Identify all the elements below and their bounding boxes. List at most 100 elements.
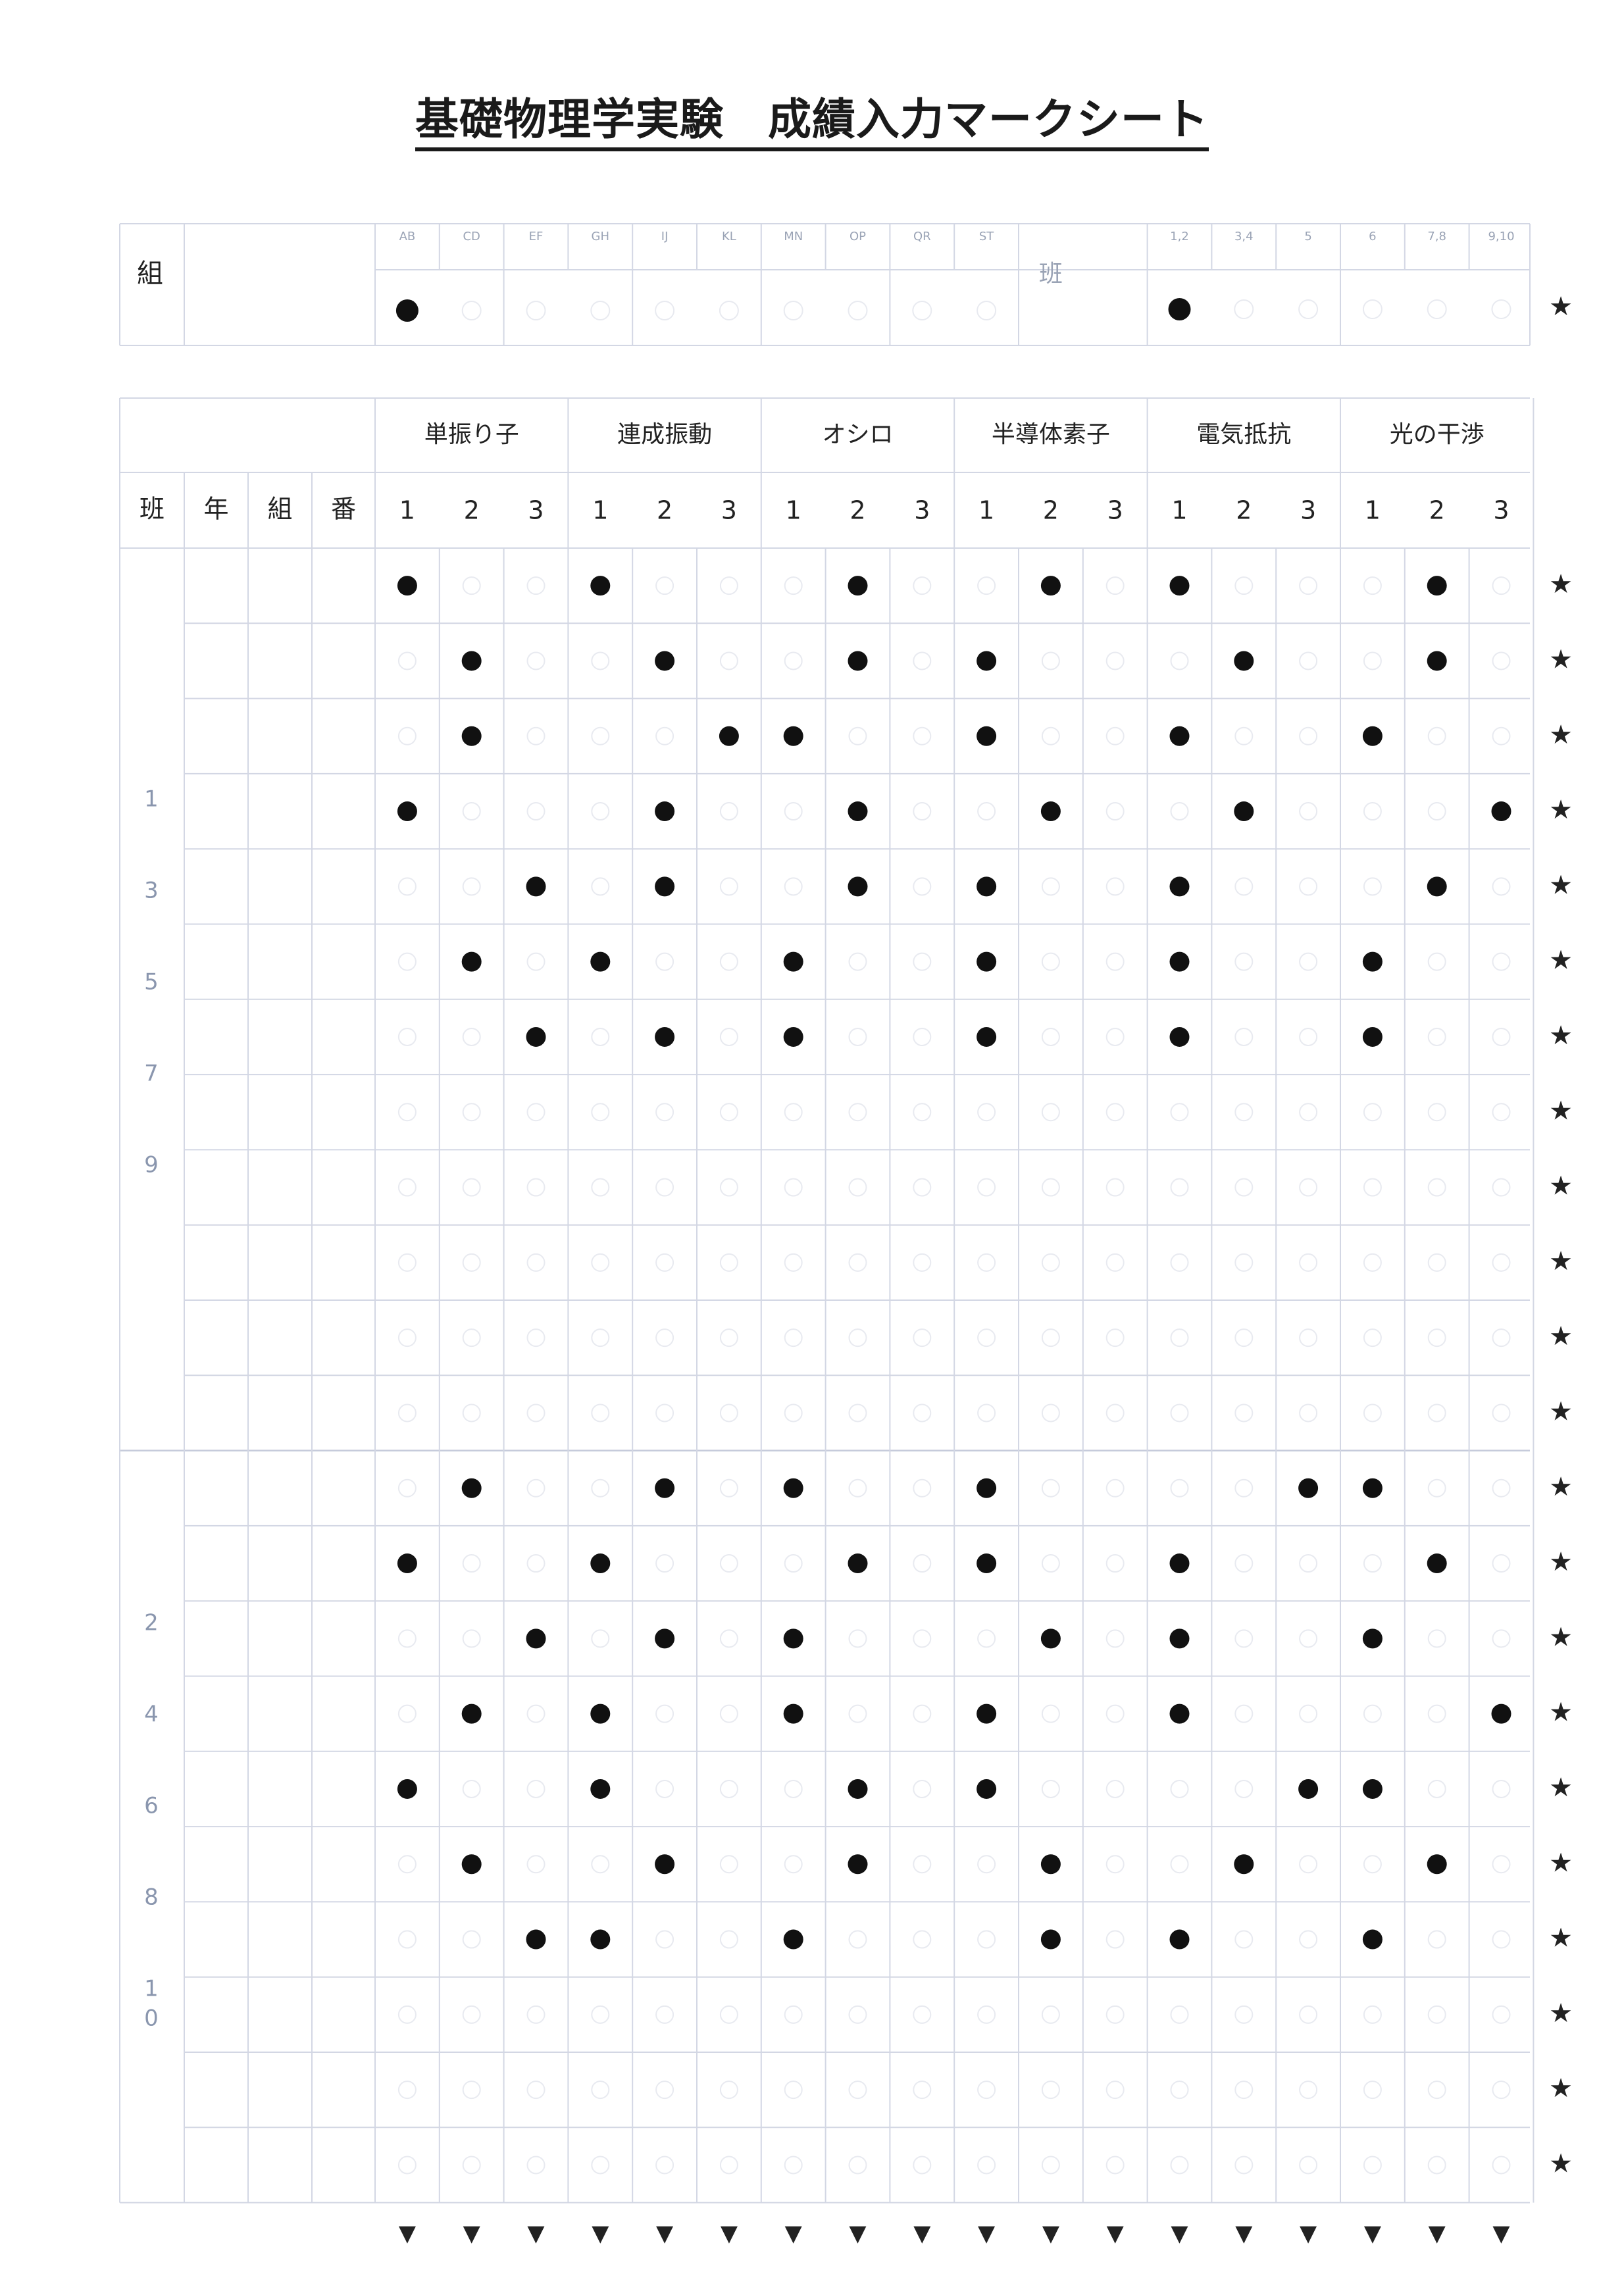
block2-bubble-marked[interactable]: [397, 1553, 417, 1574]
block1-bubble-marked[interactable]: [848, 576, 868, 596]
block1-bubble[interactable]: [526, 802, 546, 821]
block2-bubble[interactable]: [526, 1779, 546, 1798]
han-bubble[interactable]: [1362, 299, 1383, 319]
block1-bubble[interactable]: [719, 1253, 738, 1272]
block1-bubble-marked[interactable]: [1427, 651, 1447, 671]
block2-bubble-marked[interactable]: [590, 1929, 611, 1950]
block2-bubble[interactable]: [1299, 2081, 1318, 2100]
block2-bubble[interactable]: [1234, 2005, 1254, 2024]
block2-bubble-marked[interactable]: [1491, 1703, 1511, 1724]
block1-bubble[interactable]: [719, 1027, 738, 1046]
block1-bubble[interactable]: [977, 576, 996, 595]
block1-bubble[interactable]: [1170, 1403, 1189, 1423]
block2-bubble[interactable]: [913, 1930, 932, 1949]
block1-bubble-marked[interactable]: [977, 876, 997, 897]
block2-bubble[interactable]: [719, 1478, 738, 1498]
block2-bubble-marked[interactable]: [655, 1628, 675, 1649]
kumi-bubble[interactable]: [977, 301, 997, 320]
block1-bubble[interactable]: [591, 1103, 610, 1122]
block1-bubble[interactable]: [1234, 1027, 1254, 1046]
block1-bubble[interactable]: [1492, 1103, 1511, 1122]
block1-bubble[interactable]: [784, 877, 803, 896]
block1-bubble-marked[interactable]: [977, 726, 997, 746]
block2-bubble[interactable]: [462, 1629, 481, 1648]
block1-bubble[interactable]: [591, 1403, 610, 1423]
block1-bubble[interactable]: [1234, 877, 1254, 896]
block1-bubble[interactable]: [1492, 651, 1511, 670]
block2-bubble[interactable]: [1041, 1478, 1060, 1498]
block1-bubble[interactable]: [591, 1178, 610, 1197]
block1-bubble-marked[interactable]: [1169, 726, 1190, 746]
block1-bubble[interactable]: [1105, 576, 1125, 595]
block1-bubble[interactable]: [1041, 1253, 1060, 1272]
block1-bubble[interactable]: [719, 1178, 738, 1197]
block2-bubble[interactable]: [1427, 2005, 1446, 2024]
block2-bubble[interactable]: [784, 2081, 803, 2100]
block2-bubble[interactable]: [784, 2156, 803, 2175]
block2-bubble-marked[interactable]: [655, 1478, 675, 1498]
block1-bubble[interactable]: [1105, 952, 1125, 971]
block2-bubble[interactable]: [1170, 1855, 1189, 1874]
block1-bubble[interactable]: [1105, 1027, 1125, 1046]
block1-bubble[interactable]: [1041, 1103, 1060, 1122]
block2-bubble-marked[interactable]: [977, 1553, 997, 1574]
block1-bubble[interactable]: [719, 1103, 738, 1122]
block1-bubble[interactable]: [462, 1403, 481, 1423]
block2-bubble[interactable]: [913, 1779, 932, 1798]
block2-bubble-marked[interactable]: [1234, 1854, 1254, 1875]
block1-bubble[interactable]: [1299, 877, 1318, 896]
han-bubble[interactable]: [1234, 299, 1254, 319]
block1-bubble[interactable]: [719, 802, 738, 821]
block2-bubble[interactable]: [1363, 1554, 1382, 1573]
han-bubble[interactable]: [1491, 299, 1511, 319]
block1-bubble-marked[interactable]: [977, 951, 997, 972]
block2-bubble[interactable]: [1105, 1930, 1125, 1949]
block1-bubble-marked[interactable]: [848, 876, 868, 897]
block1-bubble-marked[interactable]: [977, 1026, 997, 1047]
block1-bubble[interactable]: [591, 1027, 610, 1046]
block1-bubble-marked[interactable]: [848, 801, 868, 822]
block1-bubble[interactable]: [1492, 1253, 1511, 1272]
block1-bubble[interactable]: [655, 1253, 674, 1272]
block2-bubble[interactable]: [397, 2005, 417, 2024]
block2-bubble[interactable]: [848, 2005, 867, 2024]
block1-bubble[interactable]: [977, 1178, 996, 1197]
kumi-bubble[interactable]: [848, 301, 868, 320]
block1-bubble[interactable]: [655, 952, 674, 971]
block1-bubble-marked[interactable]: [655, 1026, 675, 1047]
block2-bubble[interactable]: [1170, 1779, 1189, 1798]
block1-bubble[interactable]: [913, 1328, 932, 1348]
block2-bubble[interactable]: [1234, 1704, 1254, 1723]
kumi-bubble[interactable]: [461, 301, 482, 320]
block1-bubble-marked[interactable]: [977, 651, 997, 671]
block1-bubble[interactable]: [1041, 1328, 1060, 1348]
block2-bubble[interactable]: [1105, 1855, 1125, 1874]
block2-bubble[interactable]: [784, 2005, 803, 2024]
block1-bubble[interactable]: [462, 877, 481, 896]
kumi-bubble[interactable]: [912, 301, 932, 320]
block2-bubble[interactable]: [397, 1855, 417, 1874]
block2-bubble[interactable]: [1234, 2081, 1254, 2100]
block1-bubble[interactable]: [1427, 952, 1446, 971]
block2-bubble[interactable]: [913, 1629, 932, 1648]
block2-bubble[interactable]: [1299, 2005, 1318, 2024]
block2-bubble[interactable]: [655, 2081, 674, 2100]
block2-bubble[interactable]: [913, 1704, 932, 1723]
block1-bubble[interactable]: [977, 1103, 996, 1122]
block2-bubble[interactable]: [1170, 2005, 1189, 2024]
block2-bubble[interactable]: [913, 2081, 932, 2100]
block1-bubble-marked[interactable]: [1427, 576, 1447, 596]
block2-bubble[interactable]: [1363, 1704, 1382, 1723]
block1-bubble[interactable]: [913, 576, 932, 595]
block2-bubble[interactable]: [848, 2081, 867, 2100]
block2-bubble[interactable]: [977, 2156, 996, 2175]
block1-bubble[interactable]: [591, 651, 610, 670]
block1-bubble[interactable]: [1041, 877, 1060, 896]
block2-bubble[interactable]: [1105, 2081, 1125, 2100]
block1-bubble[interactable]: [913, 802, 932, 821]
block1-bubble[interactable]: [913, 1403, 932, 1423]
block1-bubble-marked[interactable]: [783, 1026, 803, 1047]
block2-bubble[interactable]: [719, 2156, 738, 2175]
block2-bubble[interactable]: [1105, 2156, 1125, 2175]
block1-bubble-marked[interactable]: [1169, 1026, 1190, 1047]
